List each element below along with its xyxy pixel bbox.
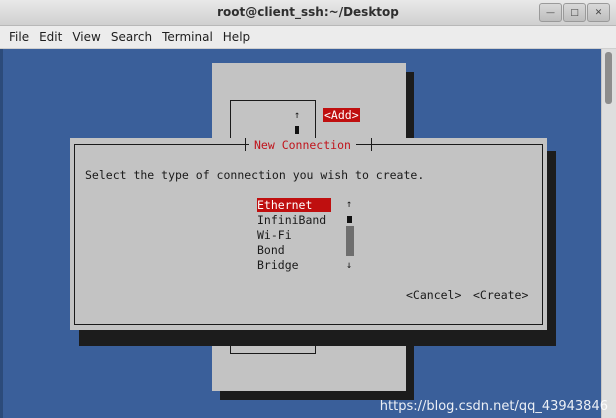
- menu-search[interactable]: Search: [106, 26, 157, 48]
- create-button[interactable]: <Create>: [473, 288, 528, 302]
- dialog-prompt: Select the type of connection you wish t…: [85, 168, 425, 182]
- option-wifi[interactable]: Wi-Fi: [257, 228, 292, 242]
- menu-help[interactable]: Help: [218, 26, 255, 48]
- list-scroll-up-arrow[interactable]: ↑: [346, 198, 352, 212]
- list-scroll-down-arrow[interactable]: ↓: [346, 259, 352, 273]
- menu-bar: File Edit View Search Terminal Help: [0, 26, 616, 49]
- minimize-icon: —: [546, 7, 555, 18]
- option-bond[interactable]: Bond: [257, 243, 285, 257]
- dialog-title-bracket-left: [245, 138, 246, 151]
- background-scroll-thumb: [295, 126, 299, 134]
- cancel-button[interactable]: <Cancel>: [406, 288, 461, 302]
- terminal-scrollbar-thumb[interactable]: [605, 52, 612, 104]
- list-scroll-thumb[interactable]: [347, 216, 352, 223]
- terminal-scrollbar[interactable]: [601, 49, 616, 418]
- menu-file[interactable]: File: [0, 26, 34, 48]
- option-ethernet[interactable]: Ethernet: [257, 198, 331, 212]
- watermark: https://blog.csdn.net/qq_43943846: [379, 399, 608, 414]
- maximize-button[interactable]: □: [563, 3, 586, 22]
- window-title: root@client_ssh:~/Desktop: [217, 5, 399, 19]
- list-scroll-track[interactable]: [346, 226, 354, 256]
- option-bridge[interactable]: Bridge: [257, 258, 299, 272]
- maximize-icon: □: [570, 7, 579, 18]
- menu-edit[interactable]: Edit: [34, 26, 67, 48]
- background-scroll-up-arrow: ↑: [294, 110, 301, 121]
- close-button[interactable]: ✕: [587, 3, 610, 22]
- window-controls: — □ ✕: [539, 3, 610, 22]
- dialog-title-bracket-right: [371, 138, 372, 151]
- menu-view[interactable]: View: [67, 26, 105, 48]
- option-infiniband[interactable]: InfiniBand: [257, 213, 326, 227]
- minimize-button[interactable]: —: [539, 3, 562, 22]
- close-icon: ✕: [594, 7, 603, 18]
- dialog-title: New Connection: [249, 138, 356, 152]
- menu-terminal[interactable]: Terminal: [157, 26, 218, 48]
- add-button[interactable]: <Add>: [323, 108, 360, 122]
